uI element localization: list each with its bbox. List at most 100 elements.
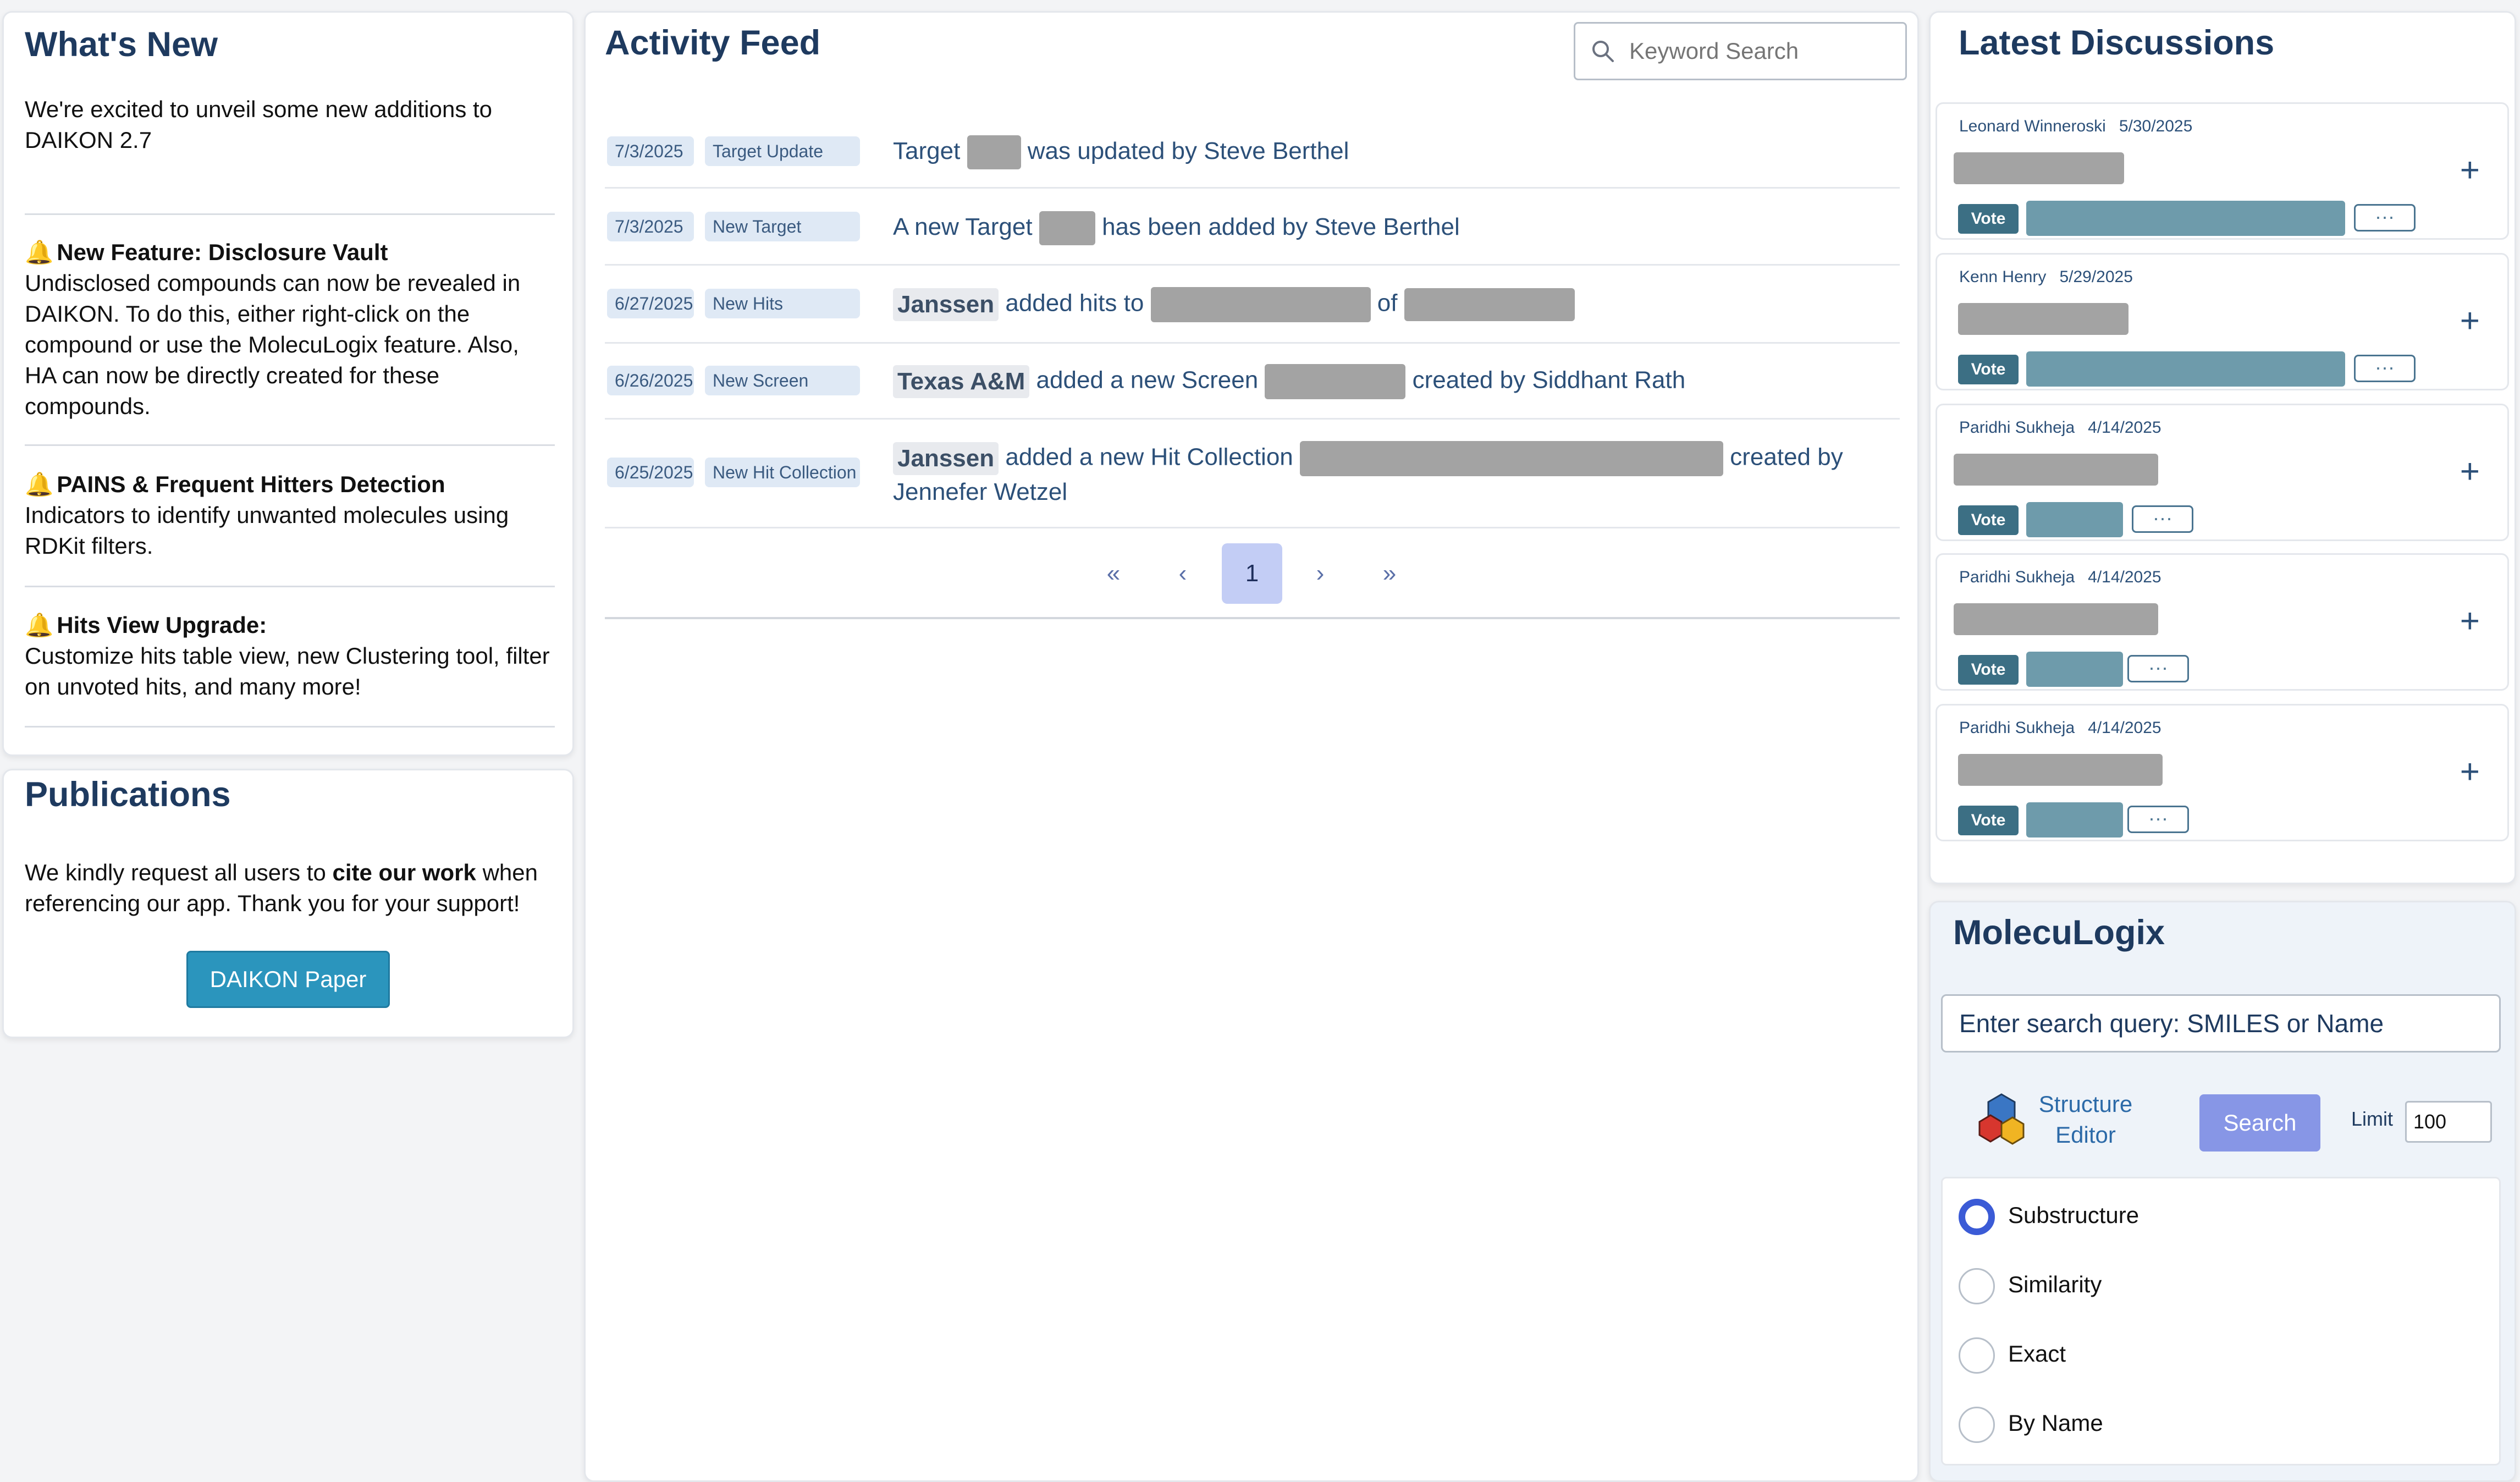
feed-text-part: added hits to bbox=[1005, 289, 1144, 317]
radio-button[interactable] bbox=[1959, 1407, 1995, 1443]
discussion-meta: Leonard Winneroski 5/30/2025 bbox=[1959, 117, 2192, 136]
feed-row-text[interactable]: Target was updated by Steve Berthel bbox=[893, 135, 1349, 170]
plus-icon[interactable]: + bbox=[2460, 604, 2480, 638]
moleculogix-search-input[interactable] bbox=[1941, 994, 2501, 1053]
feed-date: 6/26/2025 bbox=[607, 366, 694, 395]
publications-title: Publications bbox=[25, 775, 231, 814]
limit-label: Limit bbox=[2351, 1108, 2394, 1130]
keyword-search-input[interactable] bbox=[1628, 31, 1900, 71]
publications-text: We kindly request all users to cite our … bbox=[25, 857, 558, 919]
pager-last-button[interactable]: » bbox=[1359, 543, 1420, 604]
discussion-meta: Paridhi Sukheja 4/14/2025 bbox=[1959, 568, 2161, 587]
pager-next-button[interactable]: › bbox=[1290, 543, 1350, 604]
vote-button[interactable]: Vote bbox=[1958, 505, 2019, 535]
discussion-date: 4/14/2025 bbox=[2088, 418, 2161, 437]
feed-type: New Hits bbox=[705, 289, 860, 318]
plus-icon[interactable]: + bbox=[2460, 304, 2480, 338]
discussion-card[interactable]: Leonard Winneroski 5/30/2025 + Vote ··· bbox=[1936, 102, 2509, 240]
feed-text-part: added a new Hit Collection bbox=[1005, 443, 1293, 471]
publications-panel: Publications We kindly request all users… bbox=[2, 769, 574, 1038]
news-heading: Hits View Upgrade: bbox=[57, 612, 267, 638]
redacted-block bbox=[967, 135, 1021, 170]
plus-icon[interactable]: + bbox=[2460, 455, 2480, 489]
discussion-author: Leonard Winneroski bbox=[1959, 117, 2106, 135]
feed-text-part: was updated by Steve Berthel bbox=[1027, 137, 1349, 164]
publications-text-before: We kindly request all users to bbox=[25, 860, 326, 885]
daikon-paper-button[interactable]: DAIKON Paper bbox=[186, 951, 390, 1008]
radio-label: Similarity bbox=[2008, 1271, 2102, 1297]
whats-new-panel: What's New We're excited to unveil some … bbox=[2, 11, 574, 756]
discussion-date: 5/29/2025 bbox=[2059, 268, 2133, 286]
vote-button[interactable]: Vote bbox=[1958, 204, 2019, 234]
radio-button-checked[interactable] bbox=[1959, 1199, 1995, 1235]
redacted-discussion-title bbox=[1954, 454, 2158, 486]
radio-label: Exact bbox=[2008, 1341, 2066, 1367]
redacted-block bbox=[1039, 211, 1095, 246]
news-text: Indicators to identify unwanted molecule… bbox=[25, 502, 509, 559]
bell-icon: 🔔 bbox=[25, 612, 54, 638]
discussion-card[interactable]: Kenn Henry 5/29/2025 + Vote ··· bbox=[1936, 253, 2509, 390]
feed-date: 7/3/2025 bbox=[607, 136, 694, 166]
vote-bar bbox=[2026, 351, 2345, 387]
vote-button[interactable]: Vote bbox=[1958, 355, 2019, 384]
discussion-meta: Kenn Henry 5/29/2025 bbox=[1959, 268, 2133, 287]
more-options-button[interactable]: ··· bbox=[2132, 505, 2193, 533]
divider bbox=[25, 213, 555, 215]
feed-row-text[interactable]: A new Target has been added by Steve Ber… bbox=[893, 211, 1460, 246]
feed-text-part: Target bbox=[893, 137, 961, 164]
feed-text-part: created by Siddhant Rath bbox=[1412, 366, 1686, 394]
feed-text-part: of bbox=[1377, 289, 1398, 317]
discussion-card[interactable]: Paridhi Sukheja 4/14/2025 + Vote ··· bbox=[1936, 404, 2509, 541]
structure-editor-label: Structure Editor bbox=[2038, 1091, 2133, 1148]
keyword-search-box[interactable] bbox=[1574, 22, 1907, 80]
plus-icon[interactable]: + bbox=[2460, 755, 2480, 789]
vote-button[interactable]: Vote bbox=[1958, 655, 2019, 685]
news-text: Customize hits table view, new Clusterin… bbox=[25, 643, 550, 699]
news-item-pains: 🔔 PAINS & Frequent Hitters Detection Indi… bbox=[25, 469, 553, 561]
discussion-date: 4/14/2025 bbox=[2088, 568, 2161, 586]
pager-first-button[interactable]: « bbox=[1083, 543, 1144, 604]
more-options-button[interactable]: ··· bbox=[2127, 655, 2189, 682]
discussions-title: Latest Discussions bbox=[1959, 24, 2275, 62]
molecule-icon bbox=[1978, 1093, 2025, 1145]
org-badge: Janssen bbox=[893, 288, 999, 321]
more-options-button[interactable]: ··· bbox=[2354, 355, 2416, 382]
limit-input[interactable] bbox=[2405, 1101, 2492, 1143]
feed-row-text[interactable]: Texas A&M added a new Screen created by … bbox=[893, 364, 1685, 399]
news-heading: PAINS & Frequent Hitters Detection bbox=[57, 471, 445, 497]
moleculogix-search-button[interactable]: Search bbox=[2199, 1094, 2320, 1152]
more-options-button[interactable]: ··· bbox=[2127, 806, 2189, 833]
discussion-meta: Paridhi Sukheja 4/14/2025 bbox=[1959, 719, 2161, 737]
feed-type: New Screen bbox=[705, 366, 860, 395]
plus-icon[interactable]: + bbox=[2460, 153, 2480, 188]
more-options-button[interactable]: ··· bbox=[2354, 204, 2416, 232]
discussion-card[interactable]: Paridhi Sukheja 4/14/2025 + Vote ··· bbox=[1936, 704, 2509, 841]
pager-page-1-button[interactable]: 1 bbox=[1222, 543, 1282, 604]
vote-bar bbox=[2026, 802, 2123, 838]
feed-text-part: added a new Screen bbox=[1036, 366, 1259, 394]
redacted-block bbox=[1404, 288, 1575, 321]
vote-bar bbox=[2026, 502, 2123, 537]
discussion-card[interactable]: Paridhi Sukheja 4/14/2025 + Vote ··· bbox=[1936, 553, 2509, 691]
redacted-discussion-title bbox=[1954, 603, 2158, 635]
redacted-block bbox=[1300, 441, 1724, 476]
redacted-block bbox=[1265, 364, 1406, 399]
news-item-hits-view: 🔔 Hits View Upgrade: Customize hits table… bbox=[25, 610, 553, 702]
discussion-meta: Paridhi Sukheja 4/14/2025 bbox=[1959, 418, 2161, 437]
feed-row-text[interactable]: Janssen added a new Hit Collection creat… bbox=[893, 441, 1843, 508]
bell-icon: 🔔 bbox=[25, 471, 54, 497]
feed-bottom-divider bbox=[605, 617, 1900, 619]
discussion-author: Paridhi Sukheja bbox=[1959, 568, 2075, 586]
vote-button[interactable]: Vote bbox=[1958, 806, 2019, 835]
feed-text-part: A new Target bbox=[893, 213, 1033, 240]
radio-label: Substructure bbox=[2008, 1202, 2139, 1228]
redacted-block bbox=[1150, 287, 1371, 322]
feed-row-text[interactable]: Janssen added hits to of bbox=[893, 287, 1575, 322]
divider bbox=[25, 726, 555, 728]
structure-editor-button[interactable]: Structure Editor bbox=[1974, 1083, 2155, 1155]
pager-prev-button[interactable]: ‹ bbox=[1153, 543, 1213, 604]
radio-label: By Name bbox=[2008, 1410, 2103, 1436]
radio-button[interactable] bbox=[1959, 1337, 1995, 1374]
feed-type: New Target bbox=[705, 212, 860, 241]
radio-button[interactable] bbox=[1959, 1268, 1995, 1304]
